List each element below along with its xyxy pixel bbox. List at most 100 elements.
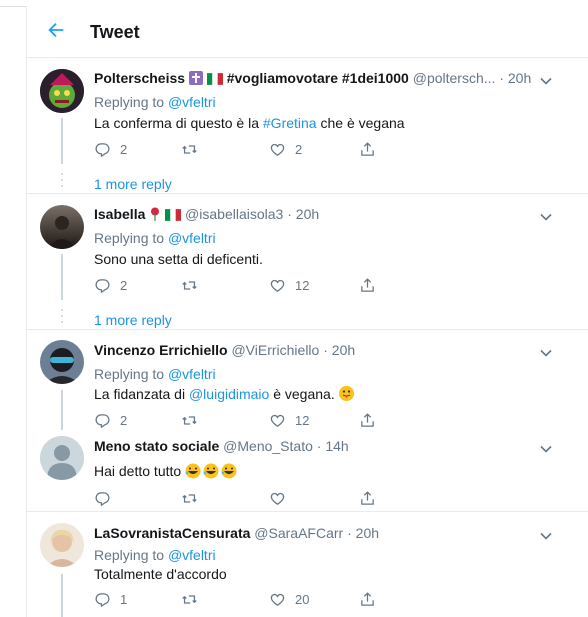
avatar[interactable] <box>40 69 84 113</box>
share-icon <box>361 490 374 505</box>
reply-icon <box>95 491 110 506</box>
chevron-down-icon[interactable] <box>539 210 553 224</box>
reply-button[interactable] <box>94 489 120 507</box>
retweet-button[interactable] <box>181 590 207 608</box>
retweet-icon <box>182 280 197 290</box>
more-replies-link[interactable]: 1 more reply <box>94 176 172 192</box>
tweet-item[interactable]: Vincenzo Errichiello @ViErrichiello · 20… <box>27 330 588 430</box>
like-icon <box>270 492 285 505</box>
tweet-actions: 2 2 <box>94 140 394 158</box>
replying-to-link[interactable]: @vfeltri <box>168 547 216 563</box>
like-icon <box>270 593 285 606</box>
avatar[interactable] <box>40 205 84 249</box>
retweet-button[interactable] <box>181 276 207 294</box>
like-button[interactable]: 12 <box>269 276 309 294</box>
more-replies-link[interactable]: 1 more reply <box>94 312 172 328</box>
thread-line <box>61 574 63 617</box>
back-arrow-icon[interactable] <box>45 19 67 41</box>
thread-dots <box>61 173 63 189</box>
reply-icon <box>95 278 110 293</box>
like-count: 20 <box>295 591 310 607</box>
separator: · <box>323 342 328 358</box>
replying-to: Replying to @vfeltri <box>94 230 216 246</box>
tweet-text: Hai detto tutto <box>94 463 237 479</box>
timestamp[interactable]: 14h <box>325 438 348 454</box>
tweet-actions: 2 12 <box>94 276 394 294</box>
share-button[interactable] <box>359 489 376 507</box>
tweet-text-part: che è vegana <box>316 115 405 131</box>
tweet-column: Tweet Polterscheiss #vogliamovotare #1de… <box>26 6 588 617</box>
retweet-icon <box>182 493 197 503</box>
display-name[interactable]: Polterscheiss <box>94 70 185 86</box>
hashtag-link[interactable]: #Gretina <box>263 115 317 131</box>
tweet-text: Sono una setta di deficenti. <box>94 251 263 267</box>
tweet-actions <box>94 489 394 507</box>
display-name[interactable]: Isabella <box>94 206 145 222</box>
tweet-text-part: La fidanzata di <box>94 386 189 402</box>
like-icon <box>270 143 285 156</box>
separator: · <box>499 70 504 86</box>
reply-button[interactable]: 1 <box>94 590 127 608</box>
timestamp[interactable]: 20h <box>332 342 355 358</box>
replying-label: Replying to <box>94 94 165 110</box>
display-name[interactable]: Meno stato sociale <box>94 438 219 454</box>
avatar[interactable] <box>40 523 84 567</box>
italy-flag-icon <box>165 208 182 224</box>
tweet-item[interactable]: Isabella @isabellaisola3 · 20h Replying … <box>27 194 588 330</box>
timestamp[interactable]: 20h <box>356 525 379 541</box>
display-name[interactable]: LaSovranistaCensurata <box>94 525 250 541</box>
share-button[interactable] <box>359 276 376 294</box>
italy-flag-icon <box>206 72 223 88</box>
display-name-suffix: #vogliamovotare #1dei1000 <box>226 70 409 86</box>
reply-count: 1 <box>120 591 128 607</box>
avatar[interactable] <box>40 340 84 384</box>
user-handle[interactable]: @SaraAFCarr <box>254 525 343 541</box>
retweet-button[interactable] <box>181 489 207 507</box>
tweet-text-part: La conferma di questo è la <box>94 115 263 131</box>
tweet-item[interactable]: Meno stato sociale @Meno_Stato · 14h Hai… <box>27 426 588 512</box>
user-handle[interactable]: @isabellaisola3 <box>185 206 283 222</box>
user-handle[interactable]: @Meno_Stato <box>223 438 313 454</box>
like-button[interactable]: 2 <box>269 140 302 158</box>
chevron-down-icon[interactable] <box>539 529 553 543</box>
reply-button[interactable]: 2 <box>94 140 127 158</box>
tweet-header: LaSovranistaCensurata @SaraAFCarr · 20h <box>94 525 534 541</box>
tweet-header: Vincenzo Errichiello @ViErrichiello · 20… <box>94 342 534 358</box>
avatar[interactable] <box>40 436 84 480</box>
tweet-header: Isabella @isabellaisola3 · 20h <box>94 206 534 224</box>
like-button[interactable]: 20 <box>269 590 309 608</box>
replying-to-link[interactable]: @vfeltri <box>168 94 216 110</box>
chevron-down-icon[interactable] <box>539 442 553 456</box>
tongue-emoji-icon <box>338 386 354 401</box>
mention-link[interactable]: @luigidimaio <box>189 386 269 402</box>
tweet-text: La fidanzata di @luigidimaio è vegana. <box>94 386 355 402</box>
tweet-item[interactable]: LaSovranistaCensurata @SaraAFCarr · 20h … <box>27 512 588 617</box>
share-button[interactable] <box>359 590 376 608</box>
user-handle[interactable]: @ViErrichiello <box>231 342 319 358</box>
share-button[interactable] <box>359 140 376 158</box>
tweet-item[interactable]: Polterscheiss #vogliamovotare #1dei1000 … <box>27 58 588 194</box>
tweet-text: La conferma di questo è la #Gretina che … <box>94 115 405 131</box>
page-header: Tweet <box>27 6 588 58</box>
timestamp[interactable]: 20h <box>508 70 531 86</box>
separator: · <box>347 525 352 541</box>
reply-button[interactable]: 2 <box>94 276 127 294</box>
tweet-actions: 1 20 <box>94 590 394 608</box>
thread-dots <box>61 309 63 325</box>
replying-to-link[interactable]: @vfeltri <box>168 230 216 246</box>
replying-to: Replying to @vfeltri <box>94 366 216 382</box>
thread-line <box>61 118 63 164</box>
timestamp[interactable]: 20h <box>296 206 319 222</box>
chevron-down-icon[interactable] <box>539 346 553 360</box>
like-icon <box>270 279 285 292</box>
like-button[interactable] <box>269 489 295 507</box>
chevron-down-icon[interactable] <box>539 74 553 88</box>
user-handle[interactable]: @poltersch... <box>413 70 496 86</box>
cross-icon <box>188 71 203 88</box>
replying-to-link[interactable]: @vfeltri <box>168 366 216 382</box>
reply-icon <box>95 592 110 607</box>
retweet-button[interactable] <box>181 140 207 158</box>
tweet-text-part: Hai detto tutto <box>94 463 186 479</box>
display-name[interactable]: Vincenzo Errichiello <box>94 342 228 358</box>
share-icon <box>361 141 374 156</box>
